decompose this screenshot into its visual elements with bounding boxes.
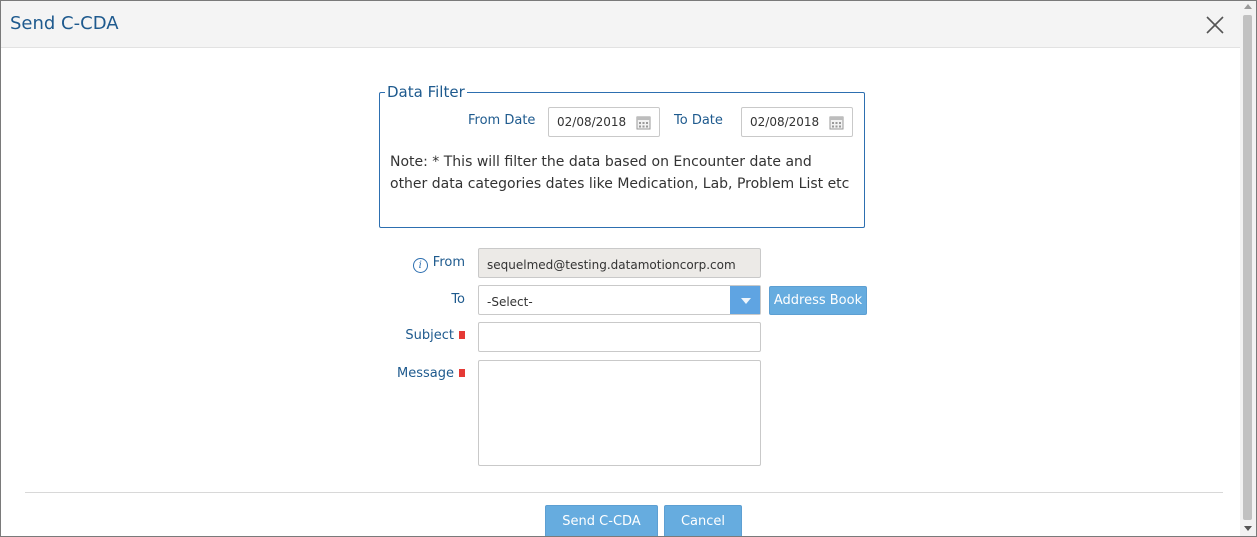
dialog-title: Send C-CDA xyxy=(10,13,119,34)
data-filter-note: Note: * This will filter the data based … xyxy=(390,154,850,192)
send-ccda-button[interactable]: Send C-CDA xyxy=(545,505,658,536)
from-label: i From xyxy=(381,255,465,273)
close-icon[interactable] xyxy=(1204,14,1226,36)
message-label: Message xyxy=(361,366,465,381)
message-label-text: Message xyxy=(397,366,454,381)
cancel-button[interactable]: Cancel xyxy=(664,505,742,536)
scrollbar-thumb[interactable] xyxy=(1243,15,1252,520)
to-date-input[interactable]: 02/08/2018 xyxy=(741,107,853,137)
to-date-value: 02/08/2018 xyxy=(750,115,820,129)
send-ccda-dialog: Send C-CDA Data Filter From Date 02/08/2… xyxy=(0,0,1257,537)
info-icon[interactable]: i xyxy=(412,258,428,273)
data-filter-legend: Data Filter xyxy=(387,83,465,101)
to-select-value: -Select- xyxy=(487,295,533,309)
to-select[interactable]: -Select- xyxy=(478,285,761,315)
calendar-icon[interactable] xyxy=(829,115,844,130)
from-field-value: sequelmed@testing.datamotioncorp.com xyxy=(487,258,736,272)
scroll-up-arrow-icon[interactable] xyxy=(1244,4,1252,9)
message-textarea[interactable] xyxy=(478,360,761,466)
from-field: sequelmed@testing.datamotioncorp.com xyxy=(478,248,761,278)
subject-input[interactable] xyxy=(478,322,761,352)
dialog-titlebar: Send C-CDA xyxy=(1,1,1240,48)
to-date-label: To Date xyxy=(674,113,723,128)
to-label: To xyxy=(451,292,465,307)
from-date-value: 02/08/2018 xyxy=(557,115,627,129)
calendar-icon[interactable] xyxy=(636,115,651,130)
chevron-down-icon[interactable] xyxy=(730,286,760,314)
required-indicator xyxy=(459,369,465,377)
footer-divider xyxy=(25,492,1223,493)
from-date-label: From Date xyxy=(468,113,536,128)
scroll-down-arrow-icon[interactable] xyxy=(1244,526,1252,531)
subject-label-text: Subject xyxy=(405,328,454,343)
from-label-text: From xyxy=(432,255,465,270)
required-indicator xyxy=(459,331,465,339)
subject-label: Subject xyxy=(361,328,465,343)
address-book-button[interactable]: Address Book xyxy=(769,286,867,315)
from-date-input[interactable]: 02/08/2018 xyxy=(548,107,660,137)
vertical-scrollbar[interactable] xyxy=(1240,1,1256,536)
